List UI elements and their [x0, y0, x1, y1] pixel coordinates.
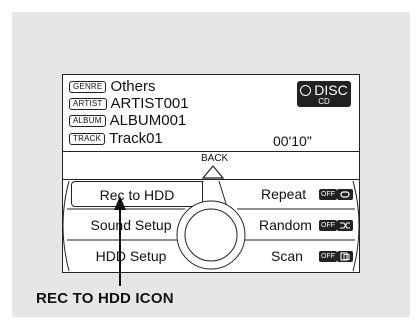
selector-dial-icon[interactable] [175, 199, 247, 271]
album-value: ALBUM001 [109, 112, 187, 129]
repeat-off-badge: OFF [319, 189, 337, 200]
scan-icon [337, 251, 353, 262]
random-label[interactable]: Random [259, 217, 312, 233]
repeat-label[interactable]: Repeat [261, 186, 306, 202]
artist-tag: ARTIST [69, 98, 107, 110]
artist-row: ARTIST ARTIST001 [69, 96, 189, 112]
control-area: Rec to HDD Sound Setup HDD Setup Repeat … [63, 179, 359, 272]
source-sub-label: CD [318, 97, 330, 106]
repeat-icon [337, 189, 353, 200]
scan-off-badge: OFF [319, 251, 337, 262]
source-disc-badge: DISC CD [297, 81, 351, 107]
callout-label: REC TO HDD ICON [36, 290, 174, 307]
callout-pointer [114, 196, 126, 286]
up-arrow-icon[interactable] [202, 165, 224, 179]
track-value: Track01 [109, 130, 163, 147]
scan-label[interactable]: Scan [271, 248, 303, 264]
album-tag: ALBUM [69, 115, 106, 127]
divider [63, 151, 359, 152]
track-info-area: GENRE Others ARTIST ARTIST001 ALBUM ALBU… [63, 75, 359, 151]
artist-value: ARTIST001 [110, 95, 189, 112]
elapsed-time: 00'10" [273, 133, 312, 149]
audio-screen: GENRE Others ARTIST ARTIST001 ALBUM ALBU… [62, 74, 360, 273]
genre-value: Others [110, 78, 156, 95]
track-row: TRACK Track01 [69, 131, 163, 147]
album-row: ALBUM ALBUM001 [69, 113, 186, 129]
genre-tag: GENRE [69, 81, 107, 93]
random-off-badge: OFF [319, 220, 337, 231]
disc-icon [300, 84, 312, 96]
sound-setup-button[interactable]: Sound Setup [71, 212, 191, 238]
hdd-setup-button[interactable]: HDD Setup [71, 243, 191, 269]
source-label: DISC [314, 82, 348, 98]
track-tag: TRACK [69, 133, 106, 145]
genre-row: GENRE Others [69, 79, 155, 95]
shuffle-icon [337, 220, 353, 231]
back-label[interactable]: BACK [201, 153, 228, 164]
